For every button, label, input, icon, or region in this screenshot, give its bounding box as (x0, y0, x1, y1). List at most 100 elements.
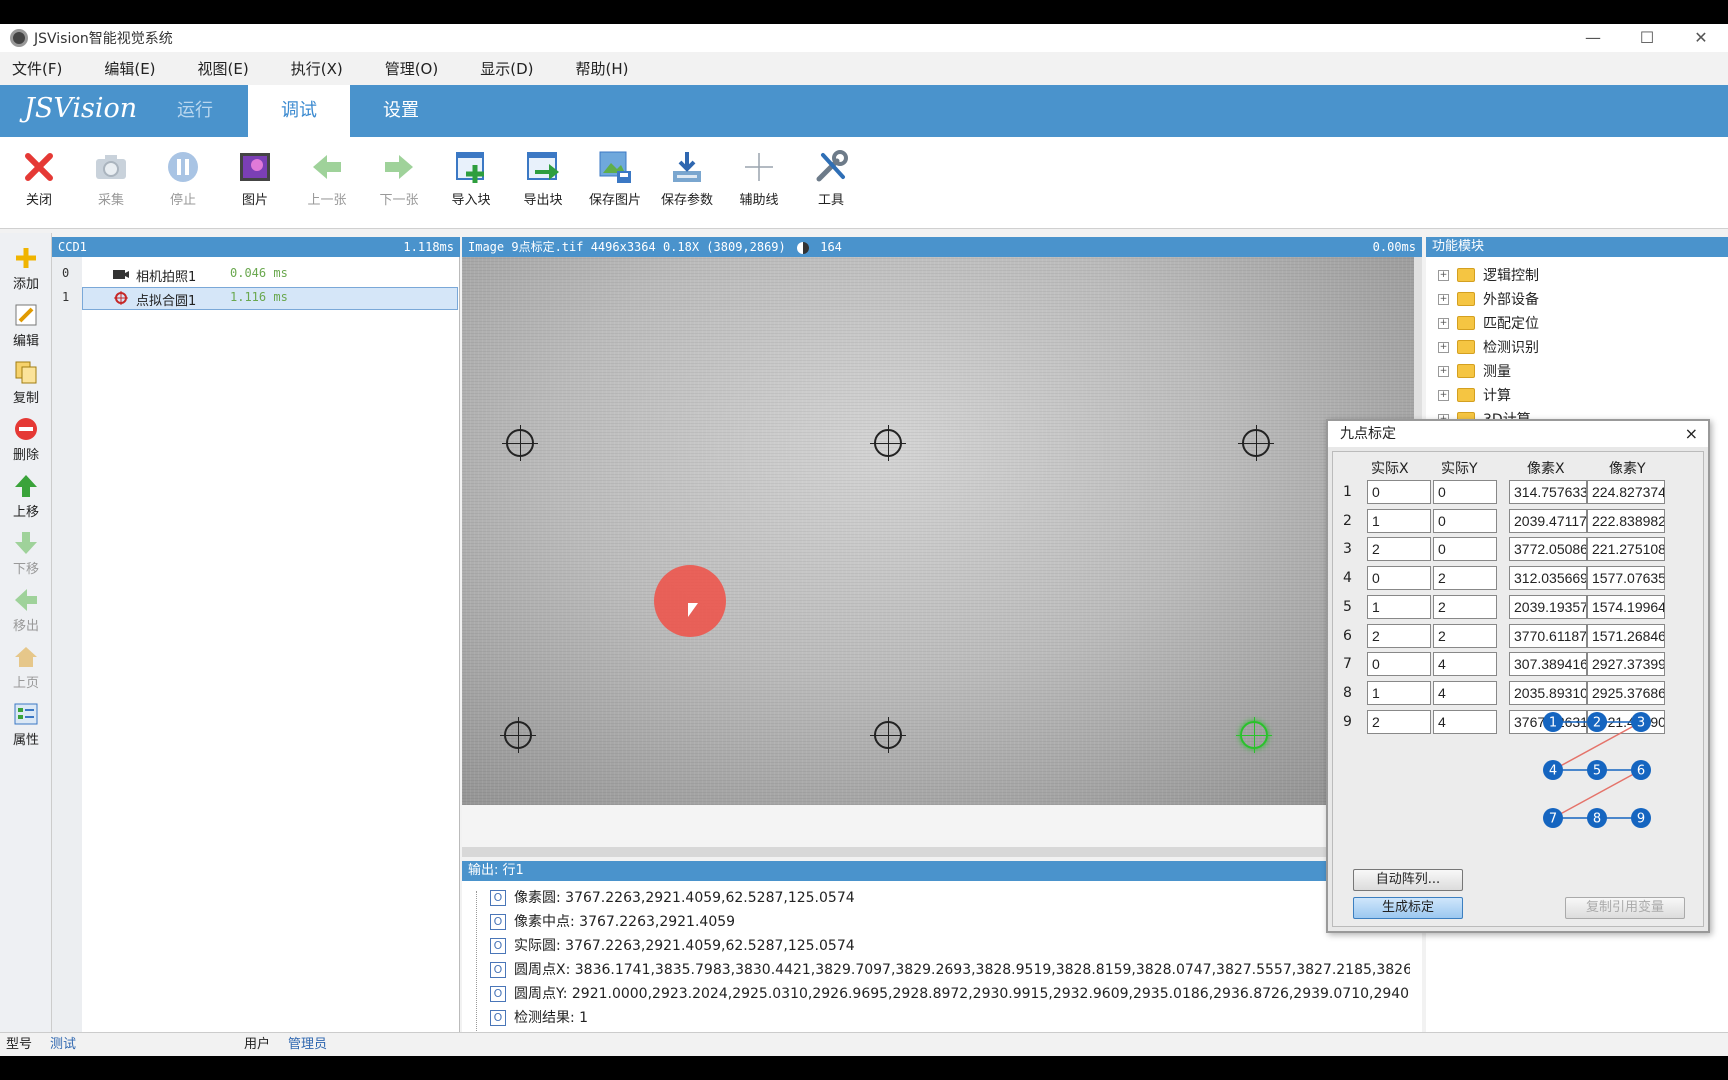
cell-ax[interactable]: 0 (1367, 566, 1431, 591)
calibration-image[interactable] (462, 257, 1414, 805)
cell-ay[interactable]: 2 (1433, 566, 1497, 591)
cell-ay[interactable]: 4 (1433, 652, 1497, 677)
tools-button[interactable]: 工具 (799, 149, 863, 208)
next-image-button[interactable]: 下一张 (367, 149, 431, 208)
expand-icon[interactable]: + (1438, 389, 1449, 401)
cell-py[interactable]: 1571.26846 (1587, 623, 1665, 648)
picture-button[interactable]: 图片 (223, 149, 287, 208)
cell-ax[interactable]: 0 (1367, 652, 1431, 677)
capture-button[interactable]: 采集 (79, 149, 143, 208)
cell-ax[interactable]: 1 (1367, 680, 1431, 705)
add-button[interactable]: 添加 (4, 245, 48, 292)
move-out-button[interactable]: 移出 (4, 587, 48, 634)
copy-button[interactable]: 复制 (4, 359, 48, 406)
output-row[interactable]: O 检测结果: 1 (490, 1007, 1410, 1031)
cell-ax[interactable]: 2 (1367, 623, 1431, 648)
module-category[interactable]: + 匹配定位 (1438, 311, 1539, 335)
guide-line-button[interactable]: 辅助线 (727, 149, 791, 208)
output-row[interactable]: O 圆周点X: 3836.1741,3835.7983,3830.4421,382… (490, 959, 1410, 983)
cell-px[interactable]: 312.035669 (1509, 566, 1587, 591)
image-horizontal-scrollbar[interactable] (462, 847, 1414, 857)
export-block-button[interactable]: 导出块 (511, 149, 575, 208)
tab-debug[interactable]: 调试 (248, 85, 350, 137)
module-category[interactable]: + 外部设备 (1438, 287, 1539, 311)
cell-py[interactable]: 2927.37399 (1587, 652, 1665, 677)
cell-ax[interactable]: 2 (1367, 537, 1431, 562)
menu-execute[interactable]: 执行(X) (291, 58, 343, 79)
module-category[interactable]: + 检测识别 (1438, 335, 1539, 359)
flow-item[interactable]: 1 点拟合圆1 1.116 ms (52, 287, 460, 310)
cell-px[interactable]: 2035.89310 (1509, 680, 1587, 705)
move-down-button[interactable]: 下移 (4, 530, 48, 577)
minimize-button[interactable]: — (1566, 24, 1620, 52)
auto-array-button[interactable]: 自动阵列... (1353, 869, 1463, 891)
properties-button[interactable]: 属性 (4, 701, 48, 748)
cell-px[interactable]: 2039.19357 (1509, 594, 1587, 619)
stop-button[interactable]: 停止 (151, 149, 215, 208)
cell-px[interactable]: 2039.47117 (1509, 508, 1587, 533)
cell-ay[interactable]: 2 (1433, 594, 1497, 619)
output-row[interactable]: O 圆周点Y: 2921.0000,2923.2024,2925.0310,292… (490, 983, 1410, 1007)
module-category[interactable]: + 测量 (1438, 359, 1511, 383)
menu-display[interactable]: 显示(D) (480, 58, 533, 79)
module-category[interactable]: + 计算 (1438, 383, 1511, 407)
import-block-button[interactable]: 导入块 (439, 149, 503, 208)
output-row[interactable]: O 像素中点: 3767.2263,2921.4059 (490, 911, 1410, 935)
cell-ay[interactable]: 0 (1433, 537, 1497, 562)
dialog-close-button[interactable]: × (1685, 421, 1698, 447)
cell-py[interactable]: 1577.07635 (1587, 566, 1665, 591)
expand-icon[interactable]: + (1438, 341, 1449, 353)
output-row[interactable]: O 实际圆: 3767.2263,2921.4059,62.5287,125.05… (490, 935, 1410, 959)
image-panel-header: Image 9点标定.tif 4496x3364 0.18X (3809,286… (462, 237, 1422, 257)
delete-button[interactable]: 删除 (4, 416, 48, 463)
flow-item[interactable]: 0 相机拍照1 0.046 ms (52, 263, 460, 286)
tab-settings[interactable]: 设置 (366, 85, 436, 137)
menu-view[interactable]: 视图(E) (198, 58, 249, 79)
output-row[interactable]: O 像素圆: 3767.2263,2921.4059,62.5287,125.05… (490, 887, 1410, 911)
cell-ax[interactable]: 1 (1367, 508, 1431, 533)
expand-icon[interactable]: + (1438, 293, 1449, 305)
cell-ay[interactable]: 4 (1433, 680, 1497, 705)
cell-ax[interactable]: 1 (1367, 594, 1431, 619)
cell-py[interactable]: 2925.37686 (1587, 680, 1665, 705)
cell-ax[interactable]: 2 (1367, 709, 1431, 734)
menu-edit[interactable]: 编辑(E) (104, 58, 155, 79)
delete-icon (15, 418, 37, 440)
copy-reference-variable-button[interactable]: 复制引用变量 (1565, 897, 1685, 919)
menu-help[interactable]: 帮助(H) (575, 58, 628, 79)
cell-px[interactable]: 314.757633 (1509, 480, 1587, 504)
cell-ay[interactable]: 0 (1433, 480, 1497, 504)
maximize-button[interactable]: ☐ (1620, 24, 1674, 52)
expand-icon[interactable]: + (1438, 269, 1449, 281)
tab-run[interactable]: 运行 (160, 85, 230, 137)
cell-ay[interactable]: 2 (1433, 623, 1497, 648)
cell-py[interactable]: 222.838982 (1587, 508, 1665, 533)
prev-image-button[interactable]: 上一张 (295, 149, 359, 208)
image-view[interactable] (462, 257, 1422, 857)
save-params-button[interactable]: 保存参数 (655, 149, 719, 208)
generate-calibration-button[interactable]: 生成标定 (1353, 897, 1463, 919)
cell-py[interactable]: 224.827374 (1587, 480, 1665, 504)
cell-py[interactable]: 1574.19964 (1587, 594, 1665, 619)
add-label: 添加 (12, 277, 39, 292)
expand-icon[interactable]: + (1438, 317, 1449, 329)
cell-ay[interactable]: 0 (1433, 508, 1497, 533)
module-category[interactable]: + 逻辑控制 (1438, 263, 1539, 287)
menu-file[interactable]: 文件(F) (12, 58, 62, 79)
edit-button[interactable]: 编辑 (4, 302, 48, 349)
calib-target-3 (1238, 425, 1274, 461)
cell-px[interactable]: 3770.61187 (1509, 623, 1587, 648)
cell-px[interactable]: 307.389416 (1509, 652, 1587, 677)
cell-ax[interactable]: 0 (1367, 480, 1431, 504)
output-label: 像素中点: (514, 914, 575, 930)
expand-icon[interactable]: + (1438, 365, 1449, 377)
menu-manage[interactable]: 管理(O) (385, 58, 439, 79)
close-button[interactable]: 关闭 (7, 149, 71, 208)
save-image-button[interactable]: 保存图片 (583, 149, 647, 208)
cell-px[interactable]: 3772.05086 (1509, 537, 1587, 562)
page-up-button[interactable]: 上页 (4, 644, 48, 691)
cell-py[interactable]: 221.275108 (1587, 537, 1665, 562)
move-up-button[interactable]: 上移 (4, 473, 48, 520)
close-window-button[interactable]: ✕ (1674, 24, 1728, 52)
cell-ay[interactable]: 4 (1433, 709, 1497, 734)
